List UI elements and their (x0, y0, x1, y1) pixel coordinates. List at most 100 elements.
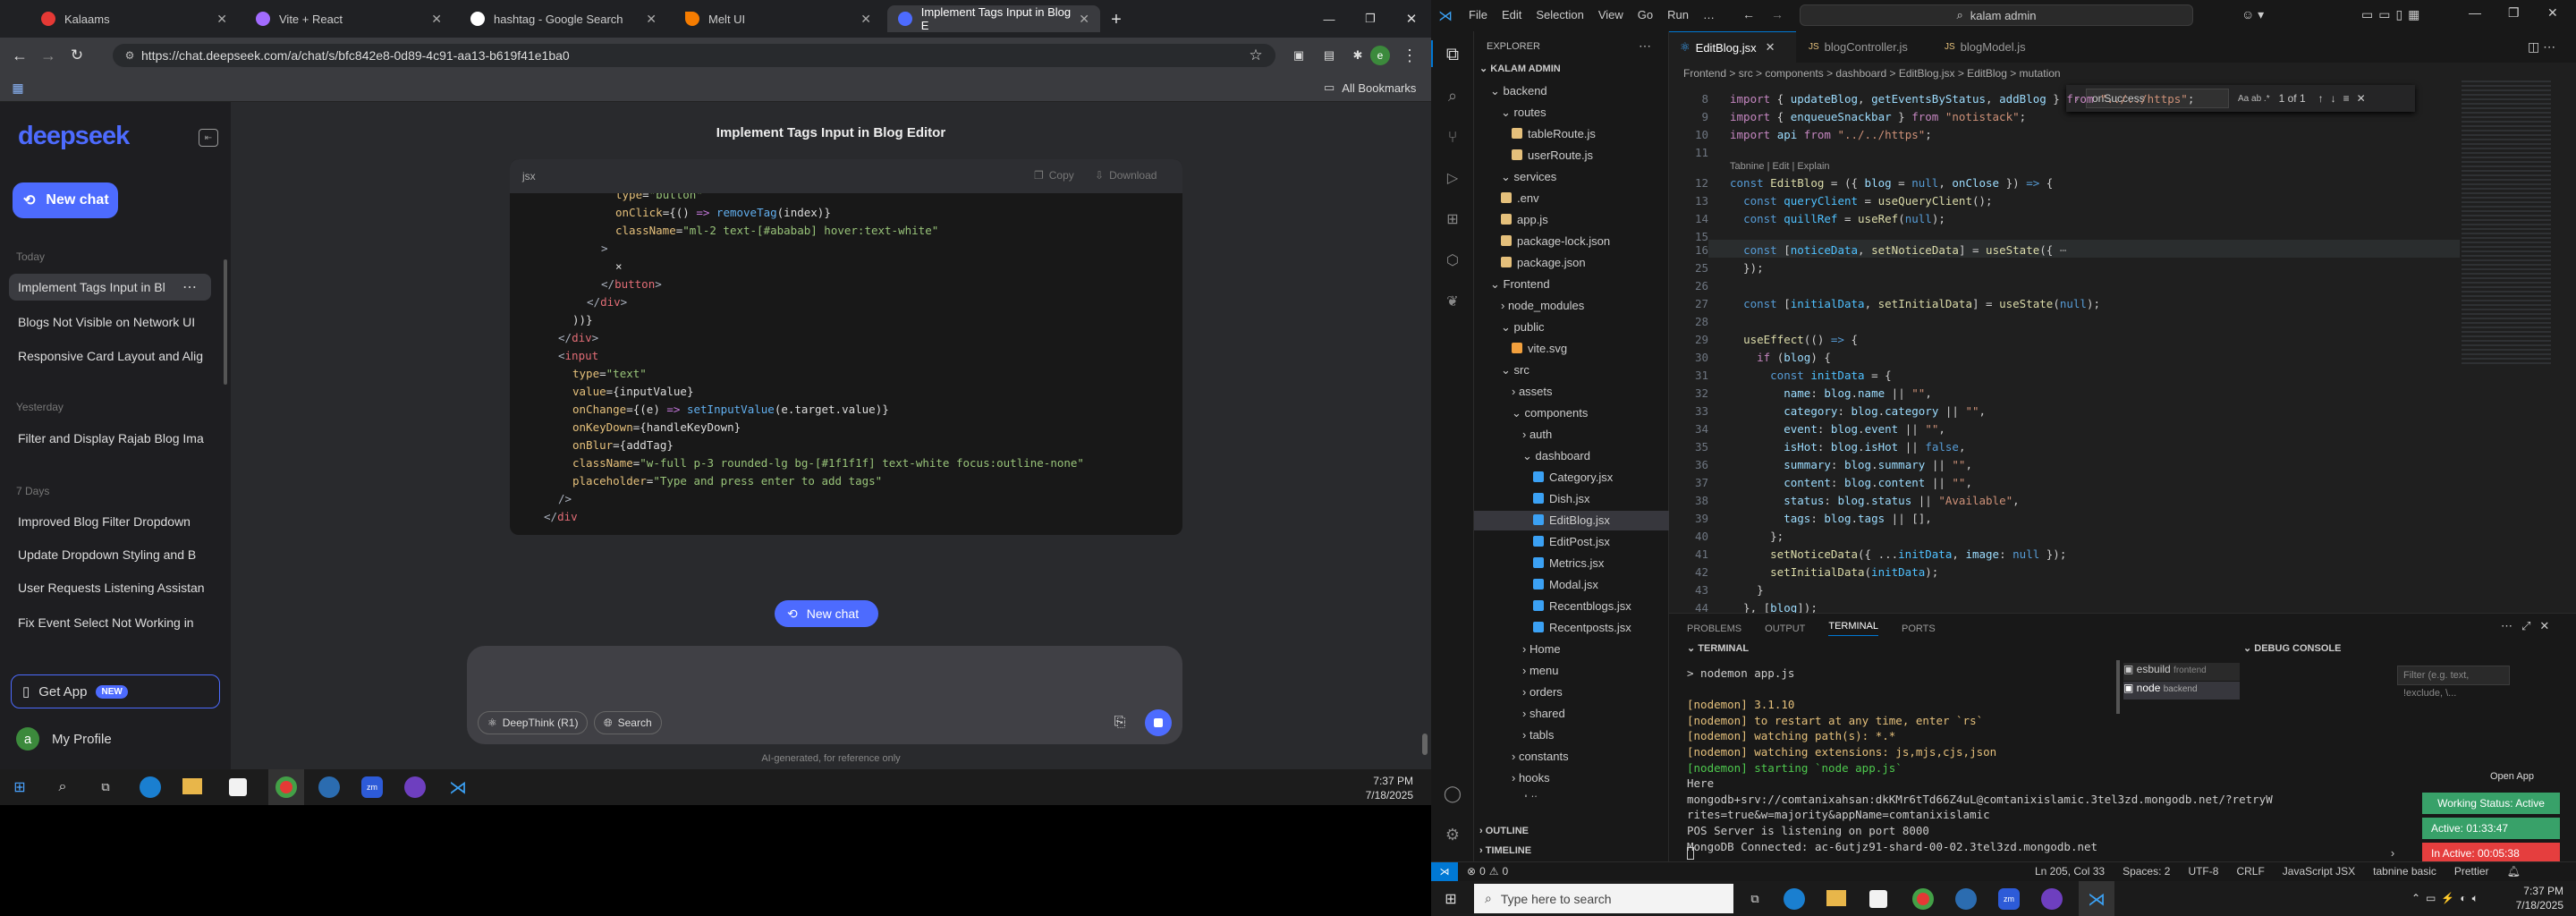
find-nav-icons[interactable]: ↑↓≡✕ (2318, 92, 2373, 105)
settings-gear-icon[interactable]: ⚙ (1442, 824, 1463, 845)
maximize-button[interactable]: ❐ (1360, 9, 1381, 29)
tree-folder[interactable]: ⌄ components (1474, 403, 1669, 423)
tab-problems[interactable]: PROBLEMS (1687, 623, 1741, 634)
tree-folder[interactable]: › shared (1474, 704, 1669, 724)
history-item[interactable]: Responsive Card Layout and Alig (9, 343, 211, 369)
main-scrollbar[interactable] (1422, 734, 1428, 755)
history-item[interactable]: Improved Blog Filter Dropdown (9, 508, 211, 535)
forward-icon[interactable]: → (38, 45, 59, 66)
close-icon[interactable]: ✕ (646, 12, 657, 27)
tree-file[interactable]: .env (1474, 189, 1669, 208)
tree-folder[interactable]: ⌄ public (1474, 318, 1669, 337)
tree-folder[interactable]: ⌄ src (1474, 360, 1669, 380)
remote-icon[interactable]: ⬡ (1442, 250, 1463, 271)
tree-folder[interactable]: ⌄ routes (1474, 103, 1669, 123)
nav-forward-icon[interactable]: → (1771, 7, 1784, 21)
mongodb-leaf-icon[interactable]: ❦ (1442, 291, 1463, 312)
menu-go[interactable]: Go (1638, 8, 1653, 21)
site-info-icon[interactable]: ⚙ (122, 47, 138, 64)
github-desktop-icon[interactable] (2041, 888, 2063, 910)
tree-file[interactable]: app.js (1474, 210, 1669, 230)
tree-file[interactable]: package.json (1474, 253, 1669, 273)
github-desktop-icon[interactable] (404, 776, 426, 798)
task-view-icon[interactable]: ⧉ (1746, 890, 1764, 908)
profile-avatar[interactable]: e (1370, 46, 1390, 65)
history-item-active[interactable]: Implement Tags Input in Bl (9, 274, 211, 301)
back-icon[interactable]: ← (9, 45, 30, 66)
copilot-icon[interactable]: ☺ ▾ (2241, 7, 2264, 22)
apps-grid-icon[interactable]: ▦ (9, 79, 27, 97)
tab-output[interactable]: OUTPUT (1765, 623, 1805, 634)
sidepanel-icon[interactable]: ▤ (1318, 45, 1340, 66)
tabnine-status[interactable]: tabnine basic (2373, 865, 2436, 878)
chrome-menu-icon[interactable]: ⋮ (1399, 45, 1420, 66)
terminal-scrollbar[interactable] (2116, 660, 2120, 714)
tree-file[interactable]: Modal.jsx (1474, 575, 1669, 595)
codelens[interactable]: Tabnine | Edit | Explain (1730, 161, 1830, 172)
eol[interactable]: CRLF (2236, 865, 2264, 878)
history-item[interactable]: Fix Event Select Not Working in (9, 609, 211, 636)
copy-button[interactable]: ❐ Copy (1034, 169, 1074, 182)
timeline-section[interactable]: › TIMELINE (1479, 845, 1531, 856)
close-icon[interactable]: ✕ (860, 12, 871, 27)
store-icon[interactable] (1869, 890, 1887, 908)
tree-folder[interactable]: › node_modules (1474, 296, 1669, 316)
sidebar-scrollbar[interactable] (224, 259, 227, 385)
file-explorer-icon[interactable] (1826, 890, 1846, 906)
minimize-button[interactable]: — (2469, 5, 2481, 20)
menu-selection[interactable]: Selection (1536, 8, 1583, 21)
layout-controls[interactable]: ▭▭▯▦ (2361, 7, 2425, 22)
windows-start-icon[interactable]: ⊞ (1442, 890, 1460, 908)
account-icon[interactable]: ◯ (1442, 783, 1463, 804)
tree-file[interactable]: userRoute.js (1474, 146, 1669, 165)
more-options-icon[interactable]: ⋯ (182, 278, 197, 296)
app-icon[interactable] (318, 776, 340, 798)
split-editor-icon[interactable]: ◫ ⋯ (2528, 39, 2555, 55)
menu-more[interactable]: … (1703, 8, 1715, 21)
new-tab-button[interactable]: + (1106, 9, 1127, 30)
attach-icon[interactable]: ⎘ (1109, 712, 1131, 734)
debug-console-section[interactable]: ⌄ DEBUG CONSOLE (2243, 642, 2341, 654)
source-control-icon[interactable]: ⑂ (1442, 126, 1463, 148)
puzzle-icon[interactable]: ✱ (1347, 45, 1368, 66)
encoding[interactable]: UTF-8 (2188, 865, 2218, 878)
bookmark-star-icon[interactable]: ☆ (1245, 45, 1267, 66)
new-chat-pill-button[interactable]: ⟲ New chat (775, 600, 878, 627)
close-window-button[interactable]: ✕ (1401, 9, 1422, 29)
windows-start-icon[interactable]: ⊞ (11, 778, 29, 796)
task-view-icon[interactable]: ⧉ (97, 778, 114, 796)
edge-icon[interactable] (1784, 888, 1805, 910)
menu-edit[interactable]: Edit (1502, 8, 1521, 21)
get-app-button[interactable]: ▯ Get App NEW (11, 674, 220, 708)
tree-file[interactable]: Metrics.jsx (1474, 554, 1669, 573)
tree-folder[interactable]: › auth (1474, 425, 1669, 445)
outline-section[interactable]: › OUTLINE (1479, 826, 1529, 836)
new-chat-button[interactable]: ⟲ New chat (13, 182, 118, 218)
taskbar-search-input[interactable]: ⌕ Type here to search (1474, 884, 1733, 913)
tree-folder[interactable]: ⌄ https (1474, 790, 1669, 797)
minimize-button[interactable]: — (1318, 9, 1340, 29)
tray-icons[interactable]: ⌃▭⚡◐🔈︎ (2411, 892, 2484, 905)
command-center[interactable]: ⌕ kalam admin (1800, 4, 2193, 26)
tree-folder[interactable]: ⌄ backend (1474, 81, 1669, 101)
tab-ports[interactable]: PORTS (1902, 623, 1936, 634)
zoom-icon[interactable]: zm (361, 776, 383, 798)
bell-icon[interactable]: 🔔︎ (2507, 865, 2521, 878)
reload-icon[interactable]: ↻ (66, 45, 88, 66)
extension-icon[interactable]: ▣ (1288, 45, 1309, 66)
search-toggle[interactable]: 🌐︎ Search (594, 711, 662, 734)
edge-icon[interactable] (140, 776, 161, 798)
tree-file[interactable]: package-lock.json (1474, 232, 1669, 251)
terminal-process-active[interactable]: ▣ node backend (2123, 682, 2240, 700)
close-window-button[interactable]: ✕ (2547, 5, 2558, 21)
indentation[interactable]: Spaces: 2 (2123, 865, 2170, 878)
tab-blogcontroller[interactable]: JS blogController.js (1796, 31, 1932, 63)
panel-actions[interactable]: ⋯⤢✕ (2501, 619, 2558, 633)
tab-meltui[interactable]: Melt UI ✕ (674, 5, 882, 32)
tab-kalaams[interactable]: Kalaams ✕ (30, 5, 238, 32)
close-icon[interactable]: ✕ (216, 12, 227, 27)
tree-folder[interactable]: › menu (1474, 661, 1669, 681)
tree-file[interactable]: EditBlog.jsx (1474, 511, 1669, 530)
minimap-preview[interactable] (2462, 81, 2551, 367)
download-button[interactable]: ⇩ Download (1095, 169, 1157, 182)
